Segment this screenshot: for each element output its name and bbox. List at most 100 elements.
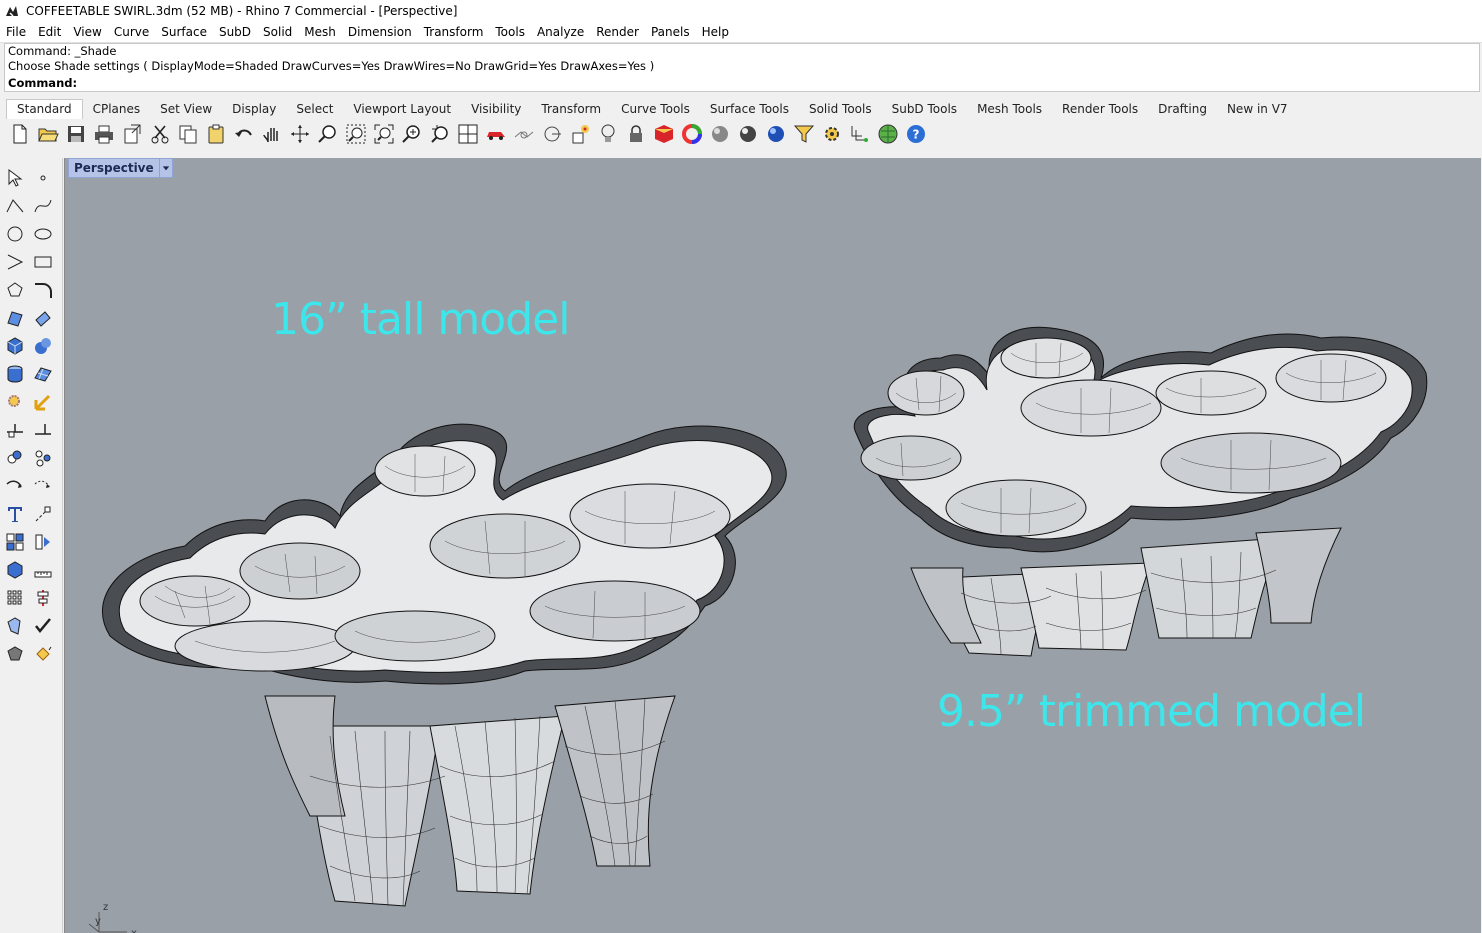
trimmed-model-render[interactable] <box>851 318 1431 663</box>
tab-transform[interactable]: Transform <box>531 100 611 119</box>
undo-icon[interactable] <box>230 121 258 147</box>
make2d-icon[interactable] <box>31 530 55 554</box>
arc-icon[interactable] <box>3 250 27 274</box>
print-icon[interactable] <box>90 121 118 147</box>
menu-dimension[interactable]: Dimension <box>342 22 418 42</box>
lock-icon[interactable] <box>622 121 650 147</box>
trim-icon[interactable] <box>31 418 55 442</box>
tab-curve-tools[interactable]: Curve Tools <box>611 100 700 119</box>
transform-arrow-icon[interactable] <box>31 390 55 414</box>
settings-gear-icon[interactable] <box>818 121 846 147</box>
polygon-icon[interactable] <box>3 278 27 302</box>
explode-icon[interactable] <box>31 446 55 470</box>
rectangle-icon[interactable] <box>31 250 55 274</box>
paste-icon[interactable] <box>202 121 230 147</box>
viewport-menu-chevron-down-icon[interactable] <box>158 159 172 177</box>
tab-render-tools[interactable]: Render Tools <box>1052 100 1148 119</box>
tab-set-view[interactable]: Set View <box>150 100 222 119</box>
tab-visibility[interactable]: Visibility <box>461 100 531 119</box>
analyze-surface-icon[interactable] <box>3 614 27 638</box>
tab-new-in-v7[interactable]: New in V7 <box>1217 100 1298 119</box>
zoom-window-icon[interactable] <box>342 121 370 147</box>
menu-subd[interactable]: SubD <box>213 22 257 42</box>
tab-display[interactable]: Display <box>222 100 286 119</box>
dimension-icon[interactable] <box>31 502 55 526</box>
menu-edit[interactable]: Edit <box>32 22 67 42</box>
menu-analyze[interactable]: Analyze <box>531 22 590 42</box>
tab-subd-tools[interactable]: SubD Tools <box>882 100 967 119</box>
curve-icon[interactable] <box>31 194 55 218</box>
tab-standard[interactable]: Standard <box>6 99 83 119</box>
open-folder-icon[interactable] <box>34 121 62 147</box>
menu-view[interactable]: View <box>67 22 107 42</box>
tab-cplanes[interactable]: CPlanes <box>83 100 151 119</box>
zoom-icon[interactable] <box>314 121 342 147</box>
rotate-view-icon[interactable] <box>286 121 314 147</box>
four-viewports-icon[interactable] <box>454 121 482 147</box>
car-icon[interactable] <box>482 121 510 147</box>
menu-file[interactable]: File <box>0 22 32 42</box>
menu-render[interactable]: Render <box>590 22 645 42</box>
undo-view-icon[interactable] <box>426 121 454 147</box>
menu-tools[interactable]: Tools <box>489 22 531 42</box>
point-icon[interactable] <box>31 166 55 190</box>
viewport-title-tab[interactable]: Perspective <box>68 158 173 178</box>
gumball-icon[interactable] <box>566 121 594 147</box>
box-icon[interactable] <box>3 334 27 358</box>
filter-icon[interactable] <box>790 121 818 147</box>
perspective-viewport[interactable]: Perspective 16” tall model 9.5” trimmed … <box>64 158 1481 933</box>
solid-box-icon[interactable] <box>3 558 27 582</box>
copy-icon[interactable] <box>174 121 202 147</box>
ruler-icon[interactable] <box>31 558 55 582</box>
zoom-extents-icon[interactable] <box>370 121 398 147</box>
tab-viewport-layout[interactable]: Viewport Layout <box>343 100 461 119</box>
render-mesh-icon[interactable] <box>3 642 27 666</box>
menu-panels[interactable]: Panels <box>645 22 696 42</box>
menu-curve[interactable]: Curve <box>108 22 155 42</box>
array-icon[interactable] <box>3 586 27 610</box>
render-sphere-icon[interactable] <box>734 121 762 147</box>
tab-solid-tools[interactable]: Solid Tools <box>799 100 882 119</box>
split-icon[interactable] <box>3 418 27 442</box>
tab-mesh-tools[interactable]: Mesh Tools <box>967 100 1052 119</box>
color-wheel-icon[interactable] <box>678 121 706 147</box>
block-icon[interactable] <box>3 530 27 554</box>
move-gear-icon[interactable] <box>3 390 27 414</box>
cylinder-icon[interactable] <box>3 362 27 386</box>
check-icon[interactable] <box>31 614 55 638</box>
extrude-surface-icon[interactable] <box>31 306 55 330</box>
group-icon[interactable] <box>3 446 27 470</box>
boolean-union-icon[interactable] <box>31 334 55 358</box>
object-color-icon[interactable] <box>650 121 678 147</box>
offset-curve-icon[interactable] <box>3 474 27 498</box>
mesh-icon[interactable] <box>31 362 55 386</box>
globe-icon[interactable] <box>874 121 902 147</box>
menu-transform[interactable]: Transform <box>418 22 490 42</box>
menu-help[interactable]: Help <box>696 22 735 42</box>
zoom-selected-icon[interactable] <box>398 121 426 147</box>
align-icon[interactable] <box>31 586 55 610</box>
menu-surface[interactable]: Surface <box>155 22 213 42</box>
tab-select[interactable]: Select <box>286 100 343 119</box>
tab-surface-tools[interactable]: Surface Tools <box>700 100 799 119</box>
menu-solid[interactable]: Solid <box>257 22 298 42</box>
save-icon[interactable] <box>62 121 90 147</box>
cplane-icon[interactable] <box>538 121 566 147</box>
cut-icon[interactable] <box>146 121 174 147</box>
ellipse-icon[interactable] <box>31 222 55 246</box>
tab-drafting[interactable]: Drafting <box>1148 100 1217 119</box>
polyline-icon[interactable] <box>3 194 27 218</box>
import-icon[interactable] <box>118 121 146 147</box>
select-arrow-icon[interactable] <box>3 166 27 190</box>
blue-sphere-icon[interactable] <box>762 121 790 147</box>
paint-bucket-icon[interactable] <box>31 642 55 666</box>
menu-mesh[interactable]: Mesh <box>298 22 342 42</box>
rebuild-curve-icon[interactable] <box>31 474 55 498</box>
fillet-curve-icon[interactable] <box>31 278 55 302</box>
light-bulb-icon[interactable] <box>594 121 622 147</box>
surface-from-points-icon[interactable] <box>3 306 27 330</box>
shade-sphere-icon[interactable] <box>706 121 734 147</box>
wire-icon[interactable] <box>510 121 538 147</box>
text-icon[interactable] <box>3 502 27 526</box>
new-file-icon[interactable] <box>6 121 34 147</box>
